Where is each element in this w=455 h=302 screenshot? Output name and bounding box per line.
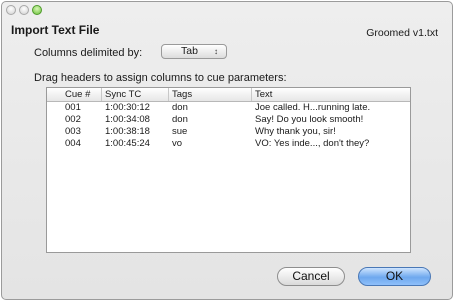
ok-button[interactable]: OK [358, 267, 431, 286]
cell-cue-number: 001 [65, 102, 81, 113]
cell-sync-tc: 1:00:38:18 [105, 126, 150, 137]
delimiter-value: Tab [181, 45, 198, 57]
table-row[interactable]: 001 1:00:30:12 don Joe called. H...runni… [47, 102, 410, 114]
dialog-title: Import Text File [11, 23, 100, 37]
cell-sync-tc: 1:00:45:24 [105, 138, 150, 149]
cell-text: Why thank you, sir! [255, 126, 336, 137]
cell-sync-tc: 1:00:30:12 [105, 102, 150, 113]
column-header-cue-number[interactable]: Cue # [62, 88, 102, 101]
column-header-text[interactable]: Text [252, 88, 410, 101]
minimize-window-button[interactable] [19, 5, 29, 15]
cell-cue-number: 004 [65, 138, 81, 149]
column-header-sync-tc[interactable]: Sync TC [102, 88, 169, 101]
popup-arrows-icon: ↕ [214, 47, 218, 56]
column-header-tags[interactable]: Tags [169, 88, 252, 101]
delimiter-popup[interactable]: Tab ↕ [161, 44, 227, 59]
cell-text: Say! Do you look smooth! [255, 114, 364, 125]
table-row[interactable]: 003 1:00:38:18 sue Why thank you, sir! [47, 126, 410, 138]
cancel-button[interactable]: Cancel [277, 267, 345, 286]
table-row[interactable]: 004 1:00:45:24 vo VO: Yes inde..., don't… [47, 138, 410, 150]
cell-tags: don [172, 102, 188, 113]
cell-tags: vo [172, 138, 183, 149]
cell-cue-number: 003 [65, 126, 81, 137]
import-text-file-dialog: Import Text File Groomed v1.txt Columns … [1, 1, 453, 300]
file-name-label: Groomed v1.txt [366, 27, 438, 39]
instruction-text: Drag headers to assign columns to cue pa… [34, 72, 287, 84]
table-row[interactable]: 002 1:00:34:08 don Say! Do you look smoo… [47, 114, 410, 126]
close-window-button[interactable] [6, 5, 16, 15]
table-body: 001 1:00:30:12 don Joe called. H...runni… [47, 102, 410, 150]
table-header: Cue # Sync TC Tags Text [47, 88, 410, 102]
cell-sync-tc: 1:00:34:08 [105, 114, 150, 125]
delimiter-label: Columns delimited by: [34, 47, 143, 59]
cell-tags: sue [172, 126, 188, 137]
cell-text: Joe called. H...running late. [255, 102, 371, 113]
cell-text: VO: Yes inde..., don't they? [255, 138, 370, 149]
zoom-window-button[interactable] [32, 5, 42, 15]
cell-cue-number: 002 [65, 114, 81, 125]
cell-tags: don [172, 114, 188, 125]
columns-table[interactable]: Cue # Sync TC Tags Text 001 1:00:30:12 d… [46, 87, 411, 253]
